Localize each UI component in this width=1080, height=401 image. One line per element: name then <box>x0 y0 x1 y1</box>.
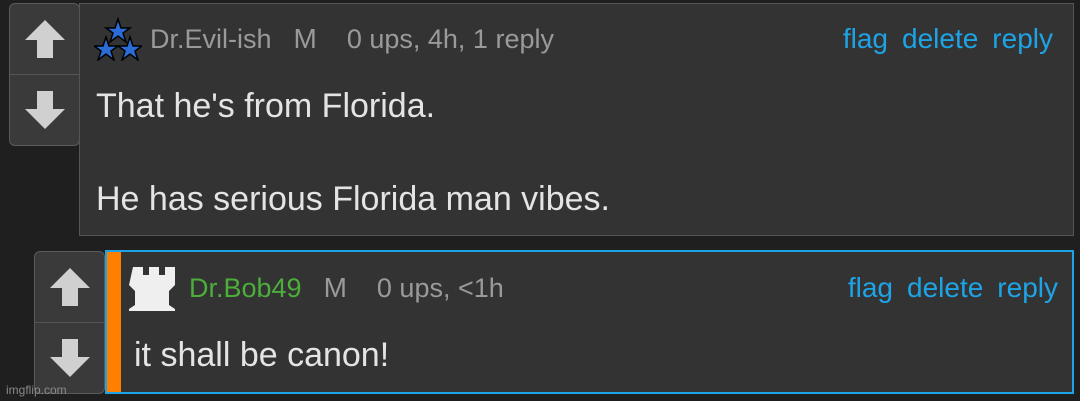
castle-tower-icon <box>129 267 175 311</box>
three-stars-icon <box>94 17 142 61</box>
delete-link[interactable]: delete <box>907 272 983 304</box>
arrow-up-icon <box>24 20 65 58</box>
reply-comment: Dr.Bob49 M 0 ups, <1h flag delete reply … <box>105 250 1074 394</box>
comment-meta: 0 ups, <1h <box>376 272 504 303</box>
reply-link[interactable]: reply <box>997 272 1058 304</box>
vote-column <box>34 251 105 394</box>
comment-text-line: That he's from Florida. <box>96 87 436 125</box>
flag-link[interactable]: flag <box>848 272 893 304</box>
comment: Dr.Evil-ish M 0 ups, 4h, 1 reply flag de… <box>79 3 1074 236</box>
comment-actions: flag delete reply <box>843 23 1053 55</box>
upvote-button[interactable] <box>35 252 104 322</box>
comment-header: Dr.Evil-ish M 0 ups, 4h, 1 reply flag de… <box>80 17 1073 61</box>
comment-actions: flag delete reply <box>848 272 1058 304</box>
downvote-button[interactable] <box>10 75 79 145</box>
username[interactable]: Dr.Evil-ish <box>150 24 272 55</box>
mod-badge: M <box>293 23 317 54</box>
flag-link[interactable]: flag <box>843 23 888 55</box>
vote-column <box>9 3 80 146</box>
comment-text-line: it shall be canon! <box>134 336 390 374</box>
upvote-button[interactable] <box>10 4 79 74</box>
arrow-down-icon <box>49 339 90 377</box>
comment-header: Dr.Bob49 M 0 ups, <1h flag delete reply <box>107 266 1072 311</box>
comment-text-line: He has serious Florida man vibes. <box>96 180 611 218</box>
username[interactable]: Dr.Bob49 <box>189 273 302 304</box>
arrow-down-icon <box>24 91 65 129</box>
delete-link[interactable]: delete <box>902 23 978 55</box>
reply-link[interactable]: reply <box>992 23 1053 55</box>
arrow-up-icon <box>49 268 90 306</box>
mod-badge: M <box>323 272 347 303</box>
watermark: imgflip.com <box>6 383 67 397</box>
comment-meta: 0 ups, 4h, 1 reply <box>346 23 554 54</box>
